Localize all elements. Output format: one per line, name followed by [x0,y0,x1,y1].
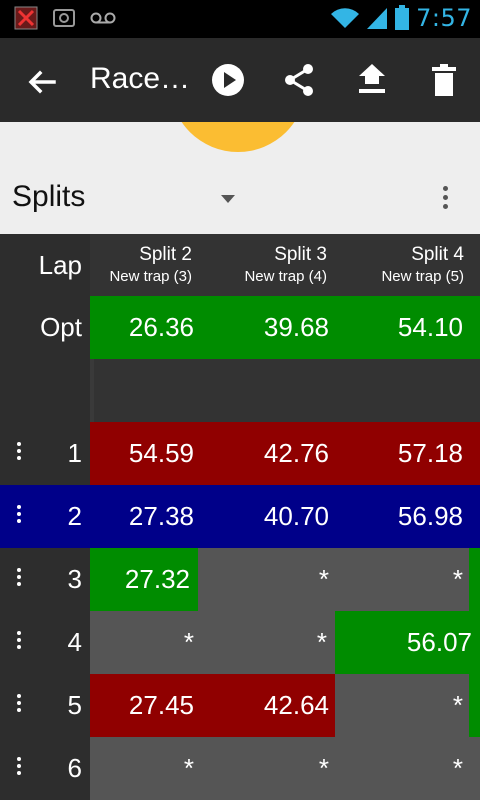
split-value: * [452,753,463,783]
dropdown-arrow-icon[interactable] [221,195,235,203]
lap-cell: 2 [0,485,90,548]
split-value: * [183,627,194,657]
action-bar: Race… [0,38,480,122]
column-header: Split 2 New trap (3) [109,244,192,285]
lap-header: Lap [38,250,82,280]
best-indicator [469,548,480,611]
status-bar: 7:57 [0,0,480,38]
lap-cell: 3 [0,548,90,611]
split-value: * [183,753,194,783]
overflow-menu-icon[interactable] [438,186,452,216]
split-value: 54.10 [397,312,463,342]
spacer-row [0,359,480,422]
split-value: 27.38 [128,501,194,531]
lap-cell: 6 [0,737,90,800]
split-value: 42.76 [263,438,329,468]
split-value: * [318,753,329,783]
back-arrow-icon[interactable] [22,62,62,102]
split-value: 56.98 [397,501,463,531]
table-row[interactable]: 5 27.45 42.64 * [0,674,480,737]
splits-header: Splits [0,122,480,234]
lap-number: 6 [67,753,82,783]
column-header: Split 3 New trap (4) [244,244,327,285]
split-value: 56.07 [335,611,480,674]
table-row[interactable]: 4 * * 56.07 [0,611,480,674]
row-menu-icon[interactable] [16,442,22,464]
optimal-label: Opt [40,312,82,342]
split-value: 26.36 [128,312,194,342]
table-row[interactable]: 1 54.59 42.76 57.18 [0,422,480,485]
debug-x-icon [14,6,38,30]
table-row[interactable]: 2 27.38 40.70 56.98 [0,485,480,548]
page-title: Race… [90,62,191,95]
optimal-row: Opt 26.36 39.68 54.10 [0,296,480,359]
split-value: * [452,690,463,720]
lap-cell: 1 [0,422,90,485]
row-menu-icon[interactable] [16,568,22,590]
lap-cell: 5 [0,674,90,737]
lap-cell: 4 [0,611,90,674]
split-value: 27.32 [90,548,198,611]
split-value: 27.45 [128,690,194,720]
split-value: 54.59 [128,438,194,468]
split-value: 39.68 [263,312,329,342]
row-menu-icon[interactable] [16,694,22,716]
split-value: 40.70 [263,501,329,531]
split-value: * [318,564,329,594]
timer-circle [170,122,306,152]
best-indicator [469,674,480,737]
lap-cell: Opt [0,296,90,359]
row-menu-icon[interactable] [16,757,22,779]
wifi-icon [331,8,360,28]
split-value: 57.18 [397,438,463,468]
upload-icon[interactable] [352,60,392,100]
voicemail-icon [90,12,116,24]
table-header-row: Lap Split 2 New trap (3) Split 3 New tra… [0,234,480,297]
splits-table: Lap Split 2 New trap (3) Split 3 New tra… [0,234,480,800]
delete-icon[interactable] [424,60,464,100]
table-row[interactable]: 3 27.32 * * [0,548,480,611]
row-menu-icon[interactable] [16,505,22,527]
lap-number: 2 [67,501,82,531]
lap-number: 3 [67,564,82,594]
lap-number: 5 [67,690,82,720]
battery-icon [395,5,410,30]
lap-number: 4 [67,627,82,657]
play-icon[interactable] [208,60,248,100]
signal-icon [367,8,388,29]
splits-dropdown-label[interactable]: Splits [12,180,85,214]
lap-number: 1 [67,438,82,468]
row-menu-icon[interactable] [16,631,22,653]
split-value: * [452,564,463,594]
column-header: Split 4 New trap (5) [381,244,464,285]
lap-header-cell: Lap [0,234,90,297]
table-row[interactable]: 6 * * * [0,737,480,800]
share-icon[interactable] [280,60,320,100]
clock-time: 7:57 [416,4,472,32]
split-value: * [316,627,327,657]
screenshot-icon [53,9,75,27]
split-value: 42.64 [263,690,329,720]
